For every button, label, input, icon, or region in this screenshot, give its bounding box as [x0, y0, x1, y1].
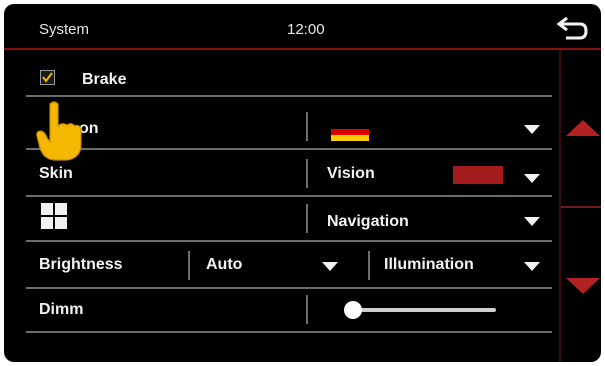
dimm-label: Dimm — [39, 301, 84, 318]
vision-label: Vision — [327, 165, 375, 182]
page-title: System — [39, 21, 90, 38]
navigation-dropdown-arrow-icon[interactable] — [524, 217, 540, 226]
flag-stripe-gold — [331, 135, 369, 141]
pointing-hand-icon — [36, 101, 82, 161]
language-flag-icon[interactable] — [331, 123, 369, 141]
dimm-slider-track[interactable] — [345, 308, 496, 312]
dimm-slider-knob[interactable] — [344, 301, 362, 319]
row-divider — [26, 331, 552, 333]
clock: 12:00 — [287, 21, 325, 38]
column-divider — [368, 251, 370, 280]
scroll-sidebar — [559, 50, 601, 362]
navigation-label: Navigation — [327, 213, 409, 230]
brightness-label: Brightness — [39, 256, 123, 273]
illumination-label: Illumination — [384, 256, 474, 273]
brake-label: Brake — [82, 71, 127, 88]
scroll-up-arrow-icon[interactable] — [566, 120, 600, 136]
brightness-dropdown-arrow-icon[interactable] — [322, 262, 338, 271]
column-divider — [306, 204, 308, 233]
back-button[interactable] — [550, 10, 594, 46]
row-divider — [26, 95, 552, 97]
language-row: on — [4, 103, 552, 150]
language-dropdown-arrow-icon[interactable] — [524, 125, 540, 134]
screen: System 12:00 Brake on Skin Vision Naviga… — [0, 0, 605, 366]
navigation-row: Navigation — [4, 195, 552, 242]
windows-icon — [41, 203, 67, 229]
skin-label: Skin — [39, 165, 73, 182]
back-arrow-icon — [556, 16, 588, 40]
head-unit-panel: System 12:00 Brake on Skin Vision Naviga… — [4, 4, 601, 362]
header-bar: System 12:00 — [4, 4, 601, 48]
brake-checkbox[interactable] — [40, 70, 55, 85]
column-divider — [306, 295, 308, 324]
brightness-row: Brightness Auto Illumination — [4, 242, 552, 289]
sidebar-divider — [561, 206, 601, 208]
brake-row[interactable]: Brake — [4, 50, 552, 97]
column-divider — [306, 159, 308, 188]
skin-row: Skin Vision — [4, 150, 552, 197]
dimm-row: Dimm — [4, 286, 552, 333]
column-divider — [306, 112, 308, 141]
skin-color-swatch[interactable] — [453, 166, 503, 184]
illumination-dropdown-arrow-icon[interactable] — [524, 262, 540, 271]
checkmark-icon — [42, 72, 53, 83]
brightness-mode-value[interactable]: Auto — [206, 256, 242, 274]
scroll-down-arrow-icon[interactable] — [566, 278, 600, 294]
column-divider — [188, 251, 190, 280]
skin-dropdown-arrow-icon[interactable] — [524, 174, 540, 183]
